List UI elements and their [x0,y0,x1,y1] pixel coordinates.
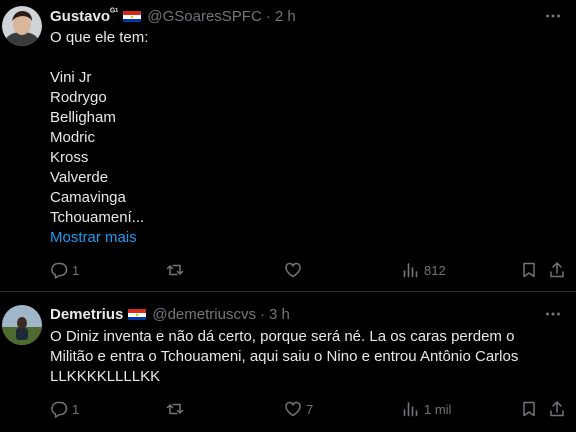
tweet-line: LLKKKKLLLLKK [50,368,161,385]
more-icon[interactable] [544,7,562,25]
tweet-line: Modric [50,129,96,146]
share-button[interactable] [548,399,566,419]
tweet-line: Vini Jr [50,69,92,86]
separator-dot: · [265,7,271,25]
bookmark-icon [523,262,535,278]
tweet-line: O Diniz inventa e não dá certo, porque s… [50,328,515,345]
share-icon [550,262,564,278]
tweet-line: Kross [50,149,89,166]
tweet-header: Demetrius @demetriuscvs · 3 h [50,304,290,324]
share-button[interactable] [548,260,566,280]
tweet-actions: 1 812 [50,260,564,280]
like-count: 7 [306,401,314,417]
reply-count: 1 [72,401,80,417]
show-more-link[interactable]: Mostrar mais [50,228,564,248]
avatar[interactable] [2,6,42,46]
bookmark-icon [523,401,535,417]
reply-count: 1 [72,262,80,278]
tweet-line: Tchouamení... [50,209,145,226]
tweet-line: Valverde [50,169,109,186]
tweet-text: O que ele tem: Vini Jr Rodrygo Belligham… [50,28,564,248]
views-button[interactable]: 812 [402,260,446,280]
avatar[interactable] [2,305,42,345]
timestamp[interactable]: 2 h [275,8,296,25]
like-button[interactable]: 7 [284,399,313,419]
like-icon [285,401,301,417]
like-icon [285,262,301,278]
tweet-line: Belligham [50,109,116,126]
timestamp[interactable]: 3 h [269,306,290,323]
tweet-actions: 1 7 1 mil [50,399,564,419]
retweet-button[interactable] [166,260,188,280]
retweet-button[interactable] [166,399,188,419]
views-icon [403,263,418,278]
tweet[interactable]: Demetrius @demetriuscvs · 3 h O Diniz in… [0,293,576,432]
tweet[interactable]: Gustavoᴳ¹ @GSoaresSPFC · 2 h O que ele t… [0,0,576,292]
views-count: 812 [424,262,446,278]
tweet-text: O Diniz inventa e não dá certo, porque s… [50,327,564,387]
reply-button[interactable]: 1 [50,399,79,419]
retweet-icon [166,264,184,276]
bookmark-button[interactable] [520,260,538,280]
tweet-line: Militão e entra o Tchouameni, aqui saiu … [50,348,519,365]
reply-icon [51,401,68,418]
user-handle[interactable]: @GSoaresSPFC [147,8,261,25]
display-name[interactable]: Demetrius [50,306,123,323]
reply-button[interactable]: 1 [50,260,79,280]
display-name[interactable]: Gustavoᴳ¹ [50,7,118,25]
views-count: 1 mil [424,401,452,417]
tweet-header: Gustavoᴳ¹ @GSoaresSPFC · 2 h [50,6,296,26]
user-handle[interactable]: @demetriuscvs [152,306,256,323]
paraguay-flag-icon [128,308,147,320]
tweet-line: Camavinga [50,189,126,206]
paraguay-flag-icon [123,10,142,22]
retweet-icon [166,403,184,415]
separator-dot: · [259,305,265,323]
more-icon[interactable] [544,305,562,323]
tweet-line: Rodrygo [50,89,107,106]
tweet-line [50,48,564,68]
reply-icon [51,262,68,279]
share-icon [550,401,564,417]
tweet-line: O que ele tem: [50,29,149,46]
views-icon [403,402,418,417]
bookmark-button[interactable] [520,399,538,419]
like-button[interactable] [284,260,306,280]
views-button[interactable]: 1 mil [402,399,451,419]
